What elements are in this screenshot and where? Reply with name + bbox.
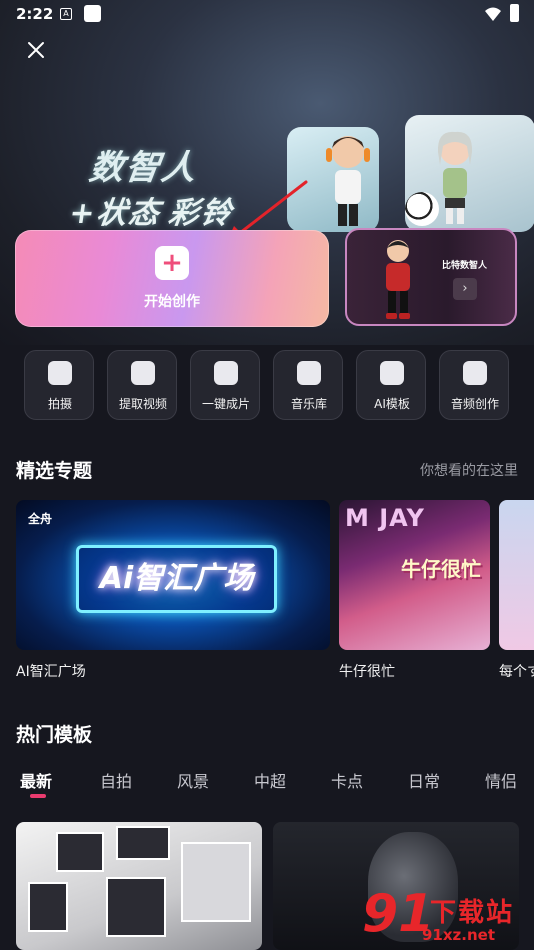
status-time: 2:22: [16, 5, 54, 23]
tab-selfie[interactable]: 自拍: [100, 768, 132, 792]
tab-csl[interactable]: 中超: [254, 768, 286, 792]
topic-art-text: 牛仔很忙: [401, 557, 481, 581]
collage-photo: [181, 842, 251, 922]
featured-title: 精选专题: [16, 460, 93, 482]
watermark-url: 91xz.net: [422, 926, 496, 944]
collage-photo: [106, 877, 166, 937]
topic-art-sign: M JAY: [345, 504, 425, 532]
tab-daily[interactable]: 日常: [408, 768, 440, 792]
topic-card-cowboy[interactable]: M JAY 牛仔很忙: [339, 500, 490, 650]
topic-card-partial[interactable]: [499, 500, 534, 650]
collage-photo: [56, 832, 104, 872]
tool-label: 一键成片: [201, 397, 250, 411]
tab-couple[interactable]: 情侣: [485, 768, 517, 792]
camera-icon: [48, 361, 72, 385]
video-icon: [131, 361, 155, 385]
hot-templates-title: 热门模板: [16, 724, 93, 746]
tool-one-click[interactable]: 一键成片: [190, 350, 260, 420]
collage-photo: [28, 882, 68, 932]
template-tabs: 最新 自拍 风景 中超 卡点 日常 情侣: [0, 768, 534, 798]
tool-ai-template[interactable]: AI模板: [356, 350, 426, 420]
topic-card-ai-square[interactable]: 全舟 Ai智汇广场: [16, 500, 330, 650]
avatar-figure: [386, 240, 410, 319]
music-note-icon: [463, 361, 487, 385]
start-create-button[interactable]: + 开始创作: [15, 230, 329, 327]
soccer-ball-icon: [405, 192, 439, 226]
music-disc-icon: [297, 361, 321, 385]
tool-label: AI模板: [374, 397, 410, 411]
topic-badge: 全舟: [28, 512, 53, 526]
tool-label: 拍摄: [47, 397, 72, 411]
robot-icon: [380, 361, 404, 385]
wifi-icon: [485, 7, 501, 21]
watermark-text: 下载站: [430, 898, 515, 928]
chevron-right-icon[interactable]: ›: [453, 278, 477, 300]
featured-more-link[interactable]: 你想看的在这里: [420, 460, 518, 480]
topic-caption: 每个す: [499, 664, 534, 680]
notification-icon: A: [60, 8, 72, 20]
tool-label: 音频创作: [450, 397, 499, 411]
plus-icon: +: [155, 246, 189, 280]
tool-shoot[interactable]: 拍摄: [24, 350, 94, 420]
tool-label: 音乐库: [290, 397, 327, 411]
banner-avatar-male: [326, 136, 370, 226]
tab-latest[interactable]: 最新: [20, 768, 52, 792]
start-create-label: 开始创作: [144, 294, 200, 310]
banner-subtitle: +状态 彩铃: [67, 188, 236, 232]
template-card[interactable]: [16, 822, 262, 950]
tab-scenery[interactable]: 风景: [177, 768, 209, 792]
topic-caption: AI智汇广场: [16, 664, 86, 680]
tab-beat[interactable]: 卡点: [331, 768, 363, 792]
topic-caption: 牛仔很忙: [339, 664, 395, 680]
tool-extract-video[interactable]: 提取视频: [107, 350, 177, 420]
film-reel-icon: [214, 361, 238, 385]
digital-avatar-card[interactable]: 比特数智人 ›: [345, 228, 517, 326]
watermark-logo: 91 下载站 91xz.net: [360, 882, 530, 948]
banner-subtitle-part1: +状态: [67, 196, 164, 231]
topic-art-text: Ai智汇广场: [99, 561, 254, 596]
app-notification-icon: [84, 5, 101, 22]
collage-photo: [116, 826, 170, 860]
avatar-card-label: 比特数智人: [442, 261, 488, 271]
topic-art-frame: Ai智汇广场: [76, 545, 277, 613]
status-bar: 2:22 A: [0, 0, 534, 30]
tool-label: 提取视频: [118, 397, 167, 411]
tool-music-library[interactable]: 音乐库: [273, 350, 343, 420]
tool-bar: 拍摄 提取视频 一键成片 音乐库 AI模板 音频创作: [24, 350, 514, 422]
active-tab-indicator: [30, 794, 46, 798]
tool-audio-create[interactable]: 音频创作: [439, 350, 509, 420]
battery-icon: [510, 4, 519, 22]
banner-title: 数智人: [86, 148, 201, 188]
close-icon[interactable]: [24, 38, 48, 62]
